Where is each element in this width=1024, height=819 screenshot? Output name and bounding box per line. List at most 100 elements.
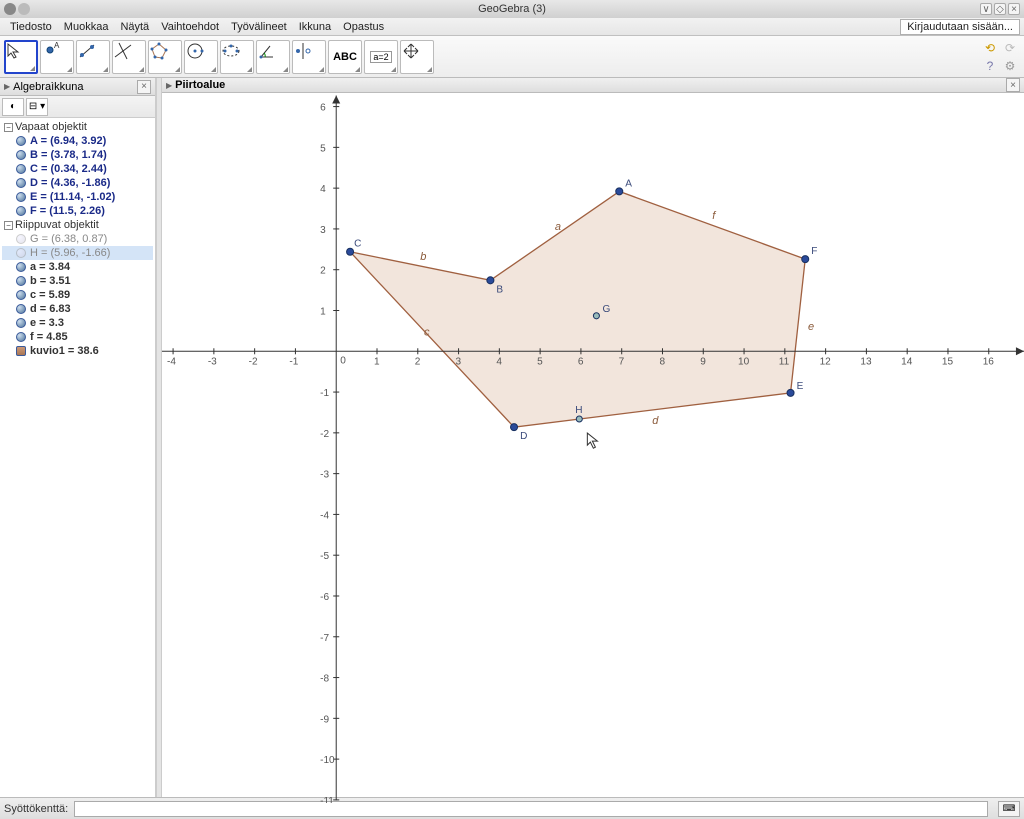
point-F[interactable]	[802, 256, 809, 263]
tree-group-label: Riippuvat objektit	[15, 219, 99, 231]
tree-item[interactable]: F = (11.5, 2.26)	[2, 204, 153, 218]
tick-label-x: 1	[374, 356, 380, 367]
tree-item[interactable]: D = (4.36, -1.86)	[2, 176, 153, 190]
help-icon[interactable]: ?	[982, 58, 998, 74]
window-max-icon[interactable]: ◇	[994, 3, 1006, 15]
tick-label-x: 13	[860, 356, 872, 367]
edge-label: d	[652, 415, 659, 427]
visibility-icon[interactable]	[16, 192, 26, 202]
visibility-icon[interactable]	[16, 262, 26, 272]
graphics-panel: ▶ Piirtoalue × -4-3-2-101234567891011121…	[162, 78, 1024, 797]
tree-item[interactable]: C = (0.34, 2.44)	[2, 162, 153, 176]
tree-item[interactable]: G = (6.38, 0.87)	[2, 232, 153, 246]
tree-item[interactable]: c = 5.89	[2, 288, 153, 302]
menu-vaihtoehdot[interactable]: Vaihtoehdot	[155, 21, 225, 33]
visibility-icon[interactable]	[16, 234, 26, 244]
tree-item-label: b = 3.51	[30, 275, 71, 287]
menu-opastus[interactable]: Opastus	[337, 21, 390, 33]
visibility-icon[interactable]	[16, 248, 26, 258]
signin-button[interactable]: Kirjaudutaan sisään...	[900, 19, 1020, 35]
point-D[interactable]	[511, 424, 518, 431]
algebra-tree[interactable]: −Vapaat objektitA = (6.94, 3.92)B = (3.7…	[0, 118, 155, 797]
point-label: D	[520, 431, 527, 442]
visibility-icon[interactable]	[16, 178, 26, 188]
point-E[interactable]	[787, 389, 794, 396]
panel-collapse-icon[interactable]: ▶	[4, 82, 10, 91]
point-H[interactable]	[576, 416, 582, 422]
menu-ikkuna[interactable]: Ikkuna	[293, 21, 337, 33]
visibility-icon[interactable]	[16, 136, 26, 146]
tree-item[interactable]: e = 3.3	[2, 316, 153, 330]
tree-expander-icon[interactable]: −	[4, 221, 13, 230]
tree-group[interactable]: −Vapaat objektit	[2, 120, 153, 134]
algebra-sort-dropdown[interactable]: ⊟ ▾	[26, 98, 48, 116]
window-minimize-icon[interactable]	[18, 3, 30, 15]
point-B[interactable]	[487, 277, 494, 284]
menu-tiedosto[interactable]: Tiedosto	[4, 21, 58, 33]
point-A[interactable]	[616, 188, 623, 195]
graphics-panel-header[interactable]: ▶ Piirtoalue ×	[162, 78, 1024, 93]
algebra-panel-header[interactable]: ▶ Algebraìkkuna ×	[0, 78, 155, 96]
graphics-canvas[interactable]: -4-3-2-1012345678910111213141516-11-10-9…	[162, 93, 1024, 803]
tick-label-y: -7	[320, 633, 329, 644]
graphics-close-icon[interactable]: ×	[1006, 78, 1020, 92]
tool-text[interactable]: ABC	[328, 40, 362, 74]
tool-circle[interactable]	[184, 40, 218, 74]
algebra-close-icon[interactable]: ×	[137, 80, 151, 94]
undo-icon[interactable]: ⟲	[982, 40, 998, 56]
tool-slider[interactable]: a=2	[364, 40, 398, 74]
settings-icon[interactable]: ⚙	[1002, 58, 1018, 74]
algebra-toolbar: ◐ ⊟ ▾	[0, 96, 155, 118]
tool-reflect[interactable]	[292, 40, 326, 74]
visibility-icon[interactable]	[16, 164, 26, 174]
tree-item[interactable]: H = (5.96, -1.66)	[2, 246, 153, 260]
tree-item[interactable]: E = (11.14, -1.02)	[2, 190, 153, 204]
visibility-icon[interactable]	[16, 346, 26, 356]
redo-icon[interactable]: ⟳	[1002, 40, 1018, 56]
window-menu-icon[interactable]	[4, 3, 16, 15]
visibility-icon[interactable]	[16, 332, 26, 342]
tool-polygon[interactable]	[148, 40, 182, 74]
menu-muokkaa[interactable]: Muokkaa	[58, 21, 115, 33]
tool-angle[interactable]	[256, 40, 290, 74]
visibility-icon[interactable]	[16, 276, 26, 286]
algebra-panel-title: Algebraìkkuna	[13, 81, 83, 93]
polygon[interactable]	[350, 191, 805, 427]
tree-item[interactable]: B = (3.78, 1.74)	[2, 148, 153, 162]
tree-item[interactable]: f = 4.85	[2, 330, 153, 344]
visibility-icon[interactable]	[16, 206, 26, 216]
tree-item[interactable]: kuvio1 = 38.6	[2, 344, 153, 358]
tool-move[interactable]	[4, 40, 38, 74]
point-C[interactable]	[347, 248, 354, 255]
window-min-icon[interactable]: ∨	[980, 3, 992, 15]
window-close-icon[interactable]: ×	[1008, 3, 1020, 15]
visibility-icon[interactable]	[16, 150, 26, 160]
tree-item[interactable]: a = 3.84	[2, 260, 153, 274]
visibility-icon[interactable]	[16, 304, 26, 314]
tick-label-y: 2	[320, 266, 326, 277]
tree-group[interactable]: −Riippuvat objektit	[2, 218, 153, 232]
tick-label-x: 5	[537, 356, 543, 367]
algebra-aux-toggle[interactable]: ◐	[2, 98, 24, 116]
visibility-icon[interactable]	[16, 318, 26, 328]
tree-item[interactable]: d = 6.83	[2, 302, 153, 316]
window-title: GeoGebra (3)	[478, 3, 546, 15]
tool-perpendicular[interactable]	[112, 40, 146, 74]
tree-item-label: C = (0.34, 2.44)	[30, 163, 107, 175]
tick-label-y: 6	[320, 103, 326, 114]
tool-translate[interactable]	[400, 40, 434, 74]
tick-label-x: 16	[983, 356, 995, 367]
tree-expander-icon[interactable]: −	[4, 123, 13, 132]
menu-nayta[interactable]: Näytä	[114, 21, 155, 33]
visibility-icon[interactable]	[16, 290, 26, 300]
tree-item[interactable]: b = 3.51	[2, 274, 153, 288]
tick-label-x: 11	[779, 356, 790, 367]
edge-label: e	[808, 321, 814, 333]
tool-point[interactable]: A	[40, 40, 74, 74]
tool-line[interactable]	[76, 40, 110, 74]
point-G[interactable]	[593, 313, 599, 319]
menu-tyovalineet[interactable]: Työvälineet	[225, 21, 293, 33]
tool-conic[interactable]	[220, 40, 254, 74]
tree-item[interactable]: A = (6.94, 3.92)	[2, 134, 153, 148]
graphics-collapse-icon[interactable]: ▶	[166, 81, 172, 90]
